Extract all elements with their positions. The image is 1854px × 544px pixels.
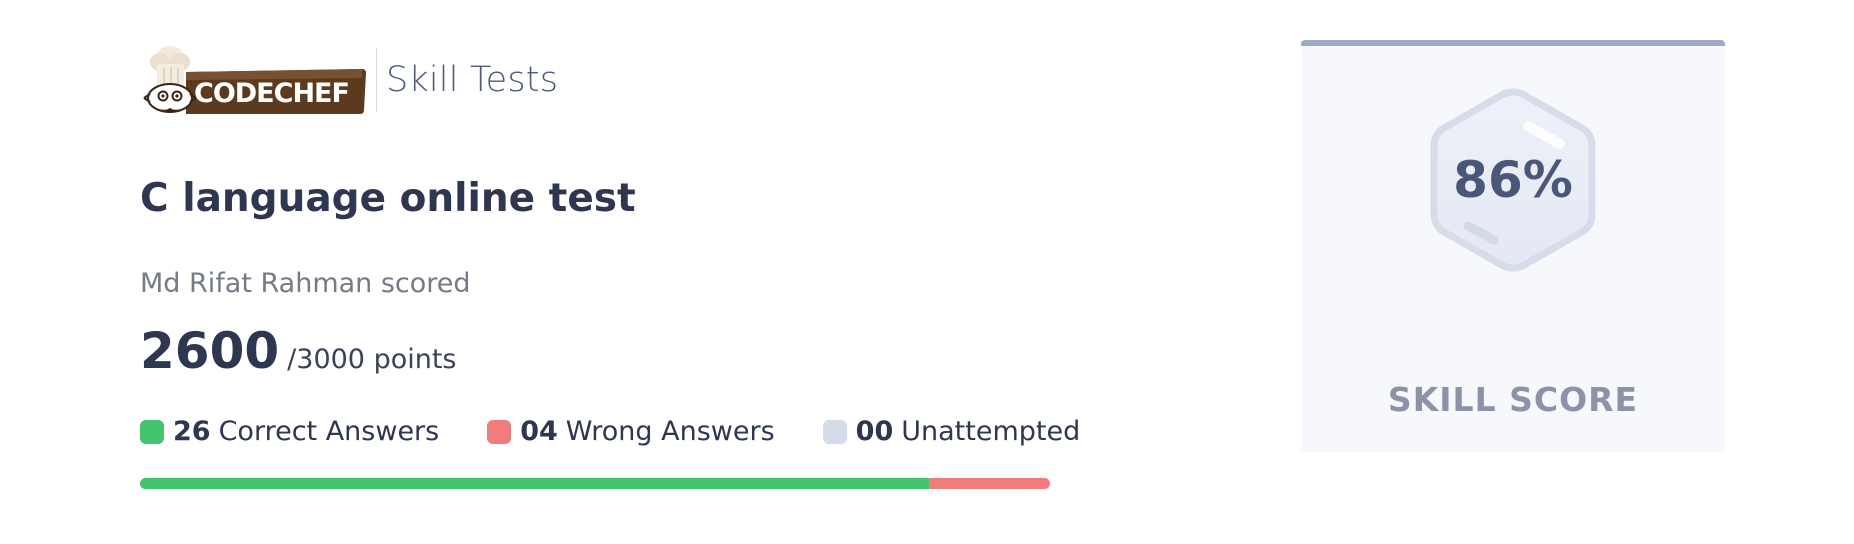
skill-score-card: 86% SKILL SCORE — [1301, 40, 1725, 452]
correct-count: 26 — [173, 416, 211, 447]
legend-correct: 26 Correct Answers — [140, 416, 439, 447]
score-value: 2600 — [140, 322, 280, 380]
answer-legend: 26 Correct Answers 04 Wrong Answers 00 U… — [140, 416, 1080, 447]
wrong-count: 04 — [520, 416, 558, 447]
test-title: C language online test — [140, 176, 636, 221]
logo-divider — [376, 48, 377, 112]
scored-by-text: Md Rifat Rahman scored — [140, 268, 471, 299]
skill-score-badge: 86% — [1428, 86, 1598, 274]
correct-swatch-icon — [140, 419, 164, 444]
skill-test-result-page: CODECHEF Skill Tests C language online t… — [0, 0, 1854, 544]
correct-label: Correct Answers — [218, 416, 440, 447]
logo-wordmark: CODECHEF — [194, 78, 350, 109]
legend-wrong: 04 Wrong Answers — [487, 416, 775, 447]
unattempted-swatch-icon — [822, 419, 847, 444]
answers-progress-bar — [140, 478, 1050, 489]
progress-wrong-segment — [928, 478, 1050, 489]
unattempted-count: 00 — [855, 416, 894, 447]
brand-header: CODECHEF Skill Tests — [140, 42, 558, 118]
skill-score-label: SKILL SCORE — [1387, 380, 1639, 419]
legend-unattempted: 00 Unattempted — [822, 416, 1081, 447]
progress-correct-segment — [140, 478, 929, 489]
wrong-swatch-icon — [487, 419, 512, 444]
skill-score-percent: 86% — [1453, 151, 1573, 209]
product-name[interactable]: Skill Tests — [386, 60, 558, 100]
codechef-logo[interactable]: CODECHEF — [140, 42, 366, 118]
wrong-label: Wrong Answers — [565, 416, 775, 447]
score-line: 2600 /3000 points — [140, 318, 457, 384]
unattempted-label: Unattempted — [901, 416, 1081, 447]
score-total: /3000 points — [287, 344, 457, 375]
